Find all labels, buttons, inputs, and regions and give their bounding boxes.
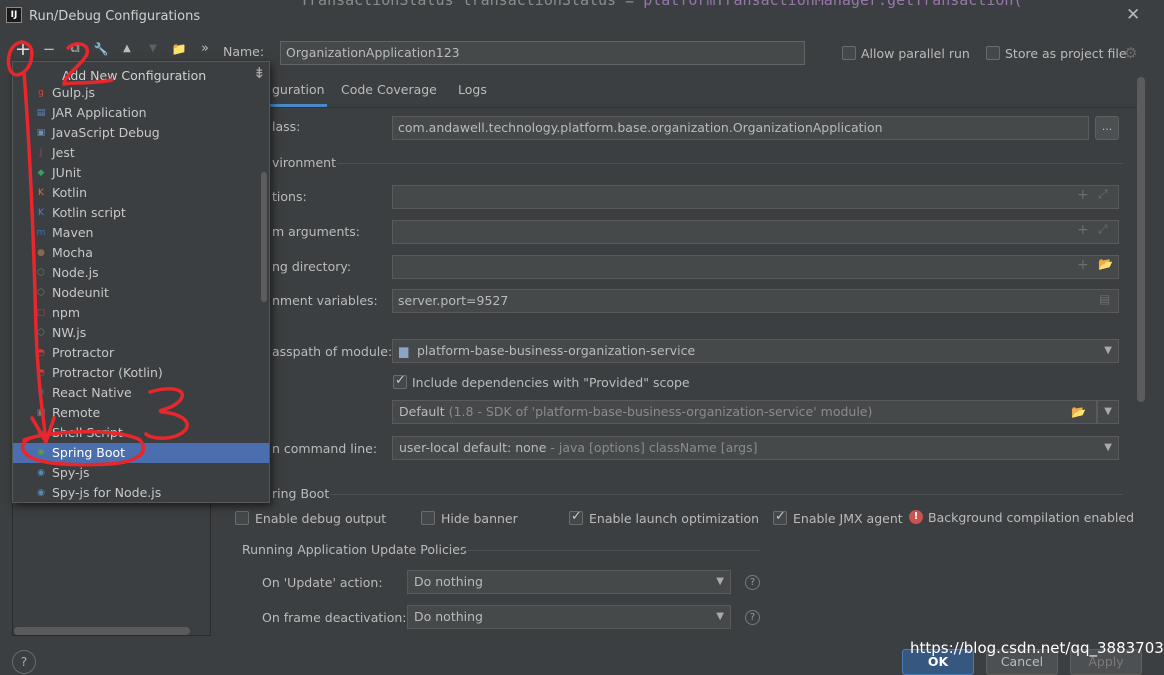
- annotation-two: [62, 42, 114, 86]
- annotation-circle-spring-boot: [20, 430, 146, 467]
- red-annotations: [6, 40, 189, 467]
- annotation-three: [144, 387, 189, 440]
- annotation-arrow-line: [22, 70, 48, 442]
- annotation-loop-1: [6, 40, 34, 77]
